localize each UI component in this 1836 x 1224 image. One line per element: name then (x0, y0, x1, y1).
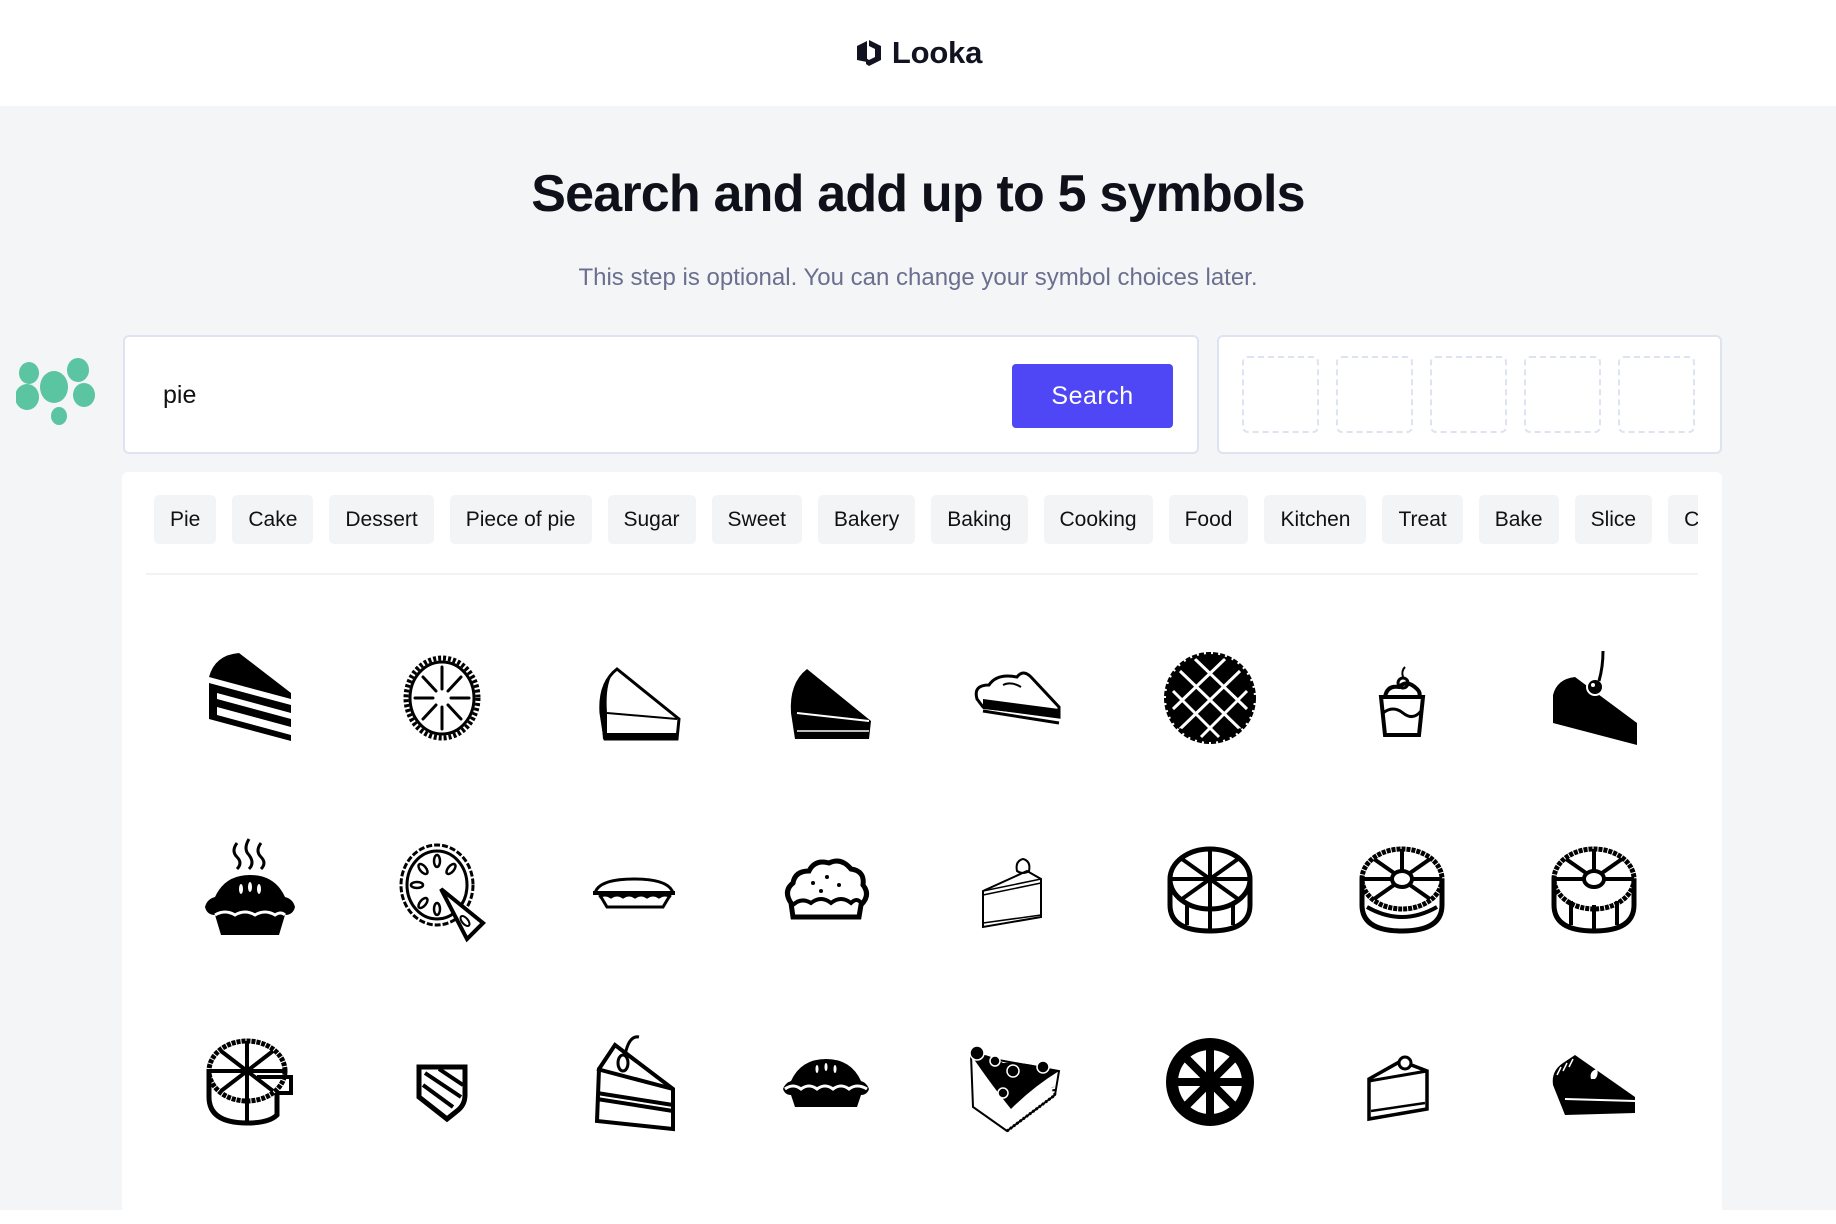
symbol-option[interactable] (538, 602, 730, 794)
covered-pie-icon (783, 1059, 869, 1107)
symbol-option[interactable] (346, 602, 538, 794)
tag-chip[interactable]: Cake (232, 495, 314, 544)
symbol-slot[interactable] (1618, 356, 1695, 433)
filled-pie-slice-icon (790, 669, 871, 739)
symbol-option[interactable] (922, 602, 1114, 794)
cream-cake-slice-outline-icon (982, 857, 1042, 929)
symbol-option[interactable] (1114, 602, 1306, 794)
pumpkin-pie-slice-icon (1552, 1055, 1636, 1115)
steaming-pie-icon (205, 838, 295, 935)
brand[interactable]: Looka (854, 35, 982, 71)
cake-slice-cherry-outline-icon (1367, 1055, 1429, 1122)
symbol-option[interactable] (730, 602, 922, 794)
symbol-option[interactable] (1498, 602, 1690, 794)
symbol-option[interactable] (346, 794, 538, 986)
tag-chip[interactable]: Cr (1668, 495, 1698, 544)
decorated-cake-icon (1359, 846, 1445, 934)
tag-chip[interactable]: Baking (931, 495, 1028, 544)
symbol-option[interactable] (154, 602, 346, 794)
green-dots-blob-icon (16, 358, 95, 425)
tart-cake-icon (1551, 846, 1637, 934)
symbol-option[interactable] (1306, 602, 1498, 794)
symbol-option[interactable] (1306, 986, 1498, 1178)
blueberry-cheesecake-slice-icon (969, 1045, 1061, 1133)
symbol-option[interactable] (730, 986, 922, 1178)
pie-with-slice-cut-icon (399, 843, 486, 943)
tag-chip[interactable]: Piece of pie (449, 495, 592, 544)
flat-pie-dish-icon (593, 877, 675, 909)
symbol-option[interactable] (1114, 986, 1306, 1178)
search-button[interactable]: Search (1012, 364, 1173, 428)
symbol-grid (154, 602, 1690, 1178)
page-title: Search and add up to 5 symbols (531, 165, 1305, 223)
cup-dessert-cherry-icon (1378, 666, 1426, 737)
symbol-option[interactable] (1114, 794, 1306, 986)
layered-cake-slice-icon (209, 653, 291, 741)
search-input[interactable] (163, 367, 963, 423)
symbol-option[interactable] (922, 794, 1114, 986)
cake-slice-cherry-icon (1553, 650, 1637, 745)
symbol-option[interactable] (154, 794, 346, 986)
cake-missing-slice-icon (206, 1038, 293, 1126)
tag-chip[interactable]: Dessert (329, 495, 434, 544)
symbol-slot[interactable] (1524, 356, 1601, 433)
page-subtitle: This step is optional. You can change yo… (578, 264, 1258, 291)
looka-hexagon-logo-icon (856, 40, 881, 66)
tag-chip[interactable]: Sugar (607, 495, 696, 544)
lattice-pie-icon (1164, 652, 1256, 744)
symbol-option[interactable] (1498, 986, 1690, 1178)
symbol-option[interactable] (346, 986, 538, 1178)
brand-name: Looka (891, 35, 983, 70)
symbol-option[interactable] (730, 794, 922, 986)
layer-cake-cherry-icon (594, 1035, 675, 1132)
crumble-pie-icon (785, 858, 869, 920)
results-panel: Pie Cake Dessert Piece of pie Sugar Swee… (122, 472, 1722, 1210)
cake-wheel-icon (1167, 846, 1253, 934)
tag-chip[interactable]: Food (1168, 495, 1249, 544)
search-box: Search (123, 335, 1199, 454)
symbol-slot[interactable] (1430, 356, 1507, 433)
round-pie-top-icon (403, 655, 481, 741)
selected-symbols-tray (1217, 335, 1722, 454)
symbol-slot[interactable] (1242, 356, 1319, 433)
tag-list[interactable]: Pie Cake Dessert Piece of pie Sugar Swee… (154, 495, 1698, 547)
tag-chip[interactable]: Cooking (1043, 495, 1153, 544)
cream-pie-slice-icon (974, 671, 1061, 725)
tag-chip[interactable]: Slice (1574, 495, 1653, 544)
symbol-option[interactable] (538, 794, 730, 986)
symbol-slot[interactable] (1336, 356, 1413, 433)
divider (146, 573, 1698, 575)
outline-pie-slice-icon (599, 667, 681, 741)
symbol-option[interactable] (538, 986, 730, 1178)
solid-pie-wheel-icon (1166, 1038, 1254, 1126)
main-area: Search and add up to 5 symbols This step… (0, 106, 1836, 1210)
symbol-option[interactable] (1306, 794, 1498, 986)
symbol-option[interactable] (1498, 794, 1690, 986)
symbol-option[interactable] (154, 986, 346, 1178)
tag-chip[interactable]: Sweet (711, 495, 802, 544)
tag-chip[interactable]: Treat (1382, 495, 1463, 544)
tag-chip[interactable]: Pie (154, 495, 217, 544)
tag-chip[interactable]: Bake (1478, 495, 1559, 544)
tag-chip[interactable]: Bakery (817, 495, 916, 544)
symbol-option[interactable] (922, 986, 1114, 1178)
small-cake-slice-icon (416, 1064, 468, 1123)
top-header: Looka (0, 0, 1836, 106)
tag-chip[interactable]: Kitchen (1264, 495, 1367, 544)
